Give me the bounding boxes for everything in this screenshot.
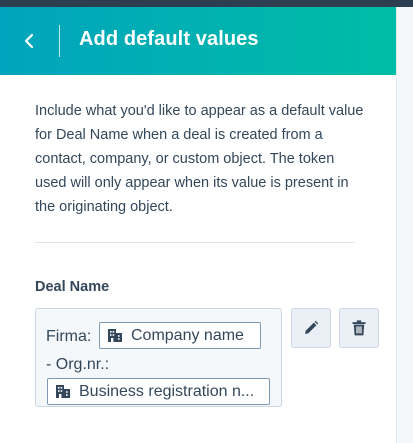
token-label: Business registration n... (79, 382, 255, 400)
deal-name-label: Deal Name (35, 279, 110, 295)
header-divider (59, 25, 60, 57)
section-divider (35, 242, 355, 243)
delete-button[interactable] (339, 308, 379, 348)
edit-button[interactable] (291, 308, 331, 348)
business-registration-token[interactable]: Business registration n... (47, 378, 270, 405)
back-button[interactable] (14, 27, 44, 55)
top-bar (0, 0, 413, 7)
middle-text: - Org.nr.: (46, 356, 110, 373)
prefix-text: Firma: (46, 328, 92, 345)
default-values-panel: Add default values Include what you'd li… (0, 7, 396, 443)
building-icon (107, 328, 123, 343)
pencil-icon (303, 320, 319, 336)
chevron-left-icon (23, 33, 35, 49)
page-background-strip (396, 7, 413, 443)
trash-icon (352, 320, 366, 336)
token-label: Company name (131, 326, 244, 344)
building-icon (55, 384, 71, 399)
deal-name-editor[interactable]: Firma: Company name - Org.nr.: Business … (35, 308, 282, 407)
company-name-token[interactable]: Company name (99, 322, 261, 349)
panel-header: Add default values (0, 7, 396, 75)
panel-description: Include what you'd like to appear as a d… (35, 103, 364, 215)
panel-title: Add default values (79, 28, 259, 50)
